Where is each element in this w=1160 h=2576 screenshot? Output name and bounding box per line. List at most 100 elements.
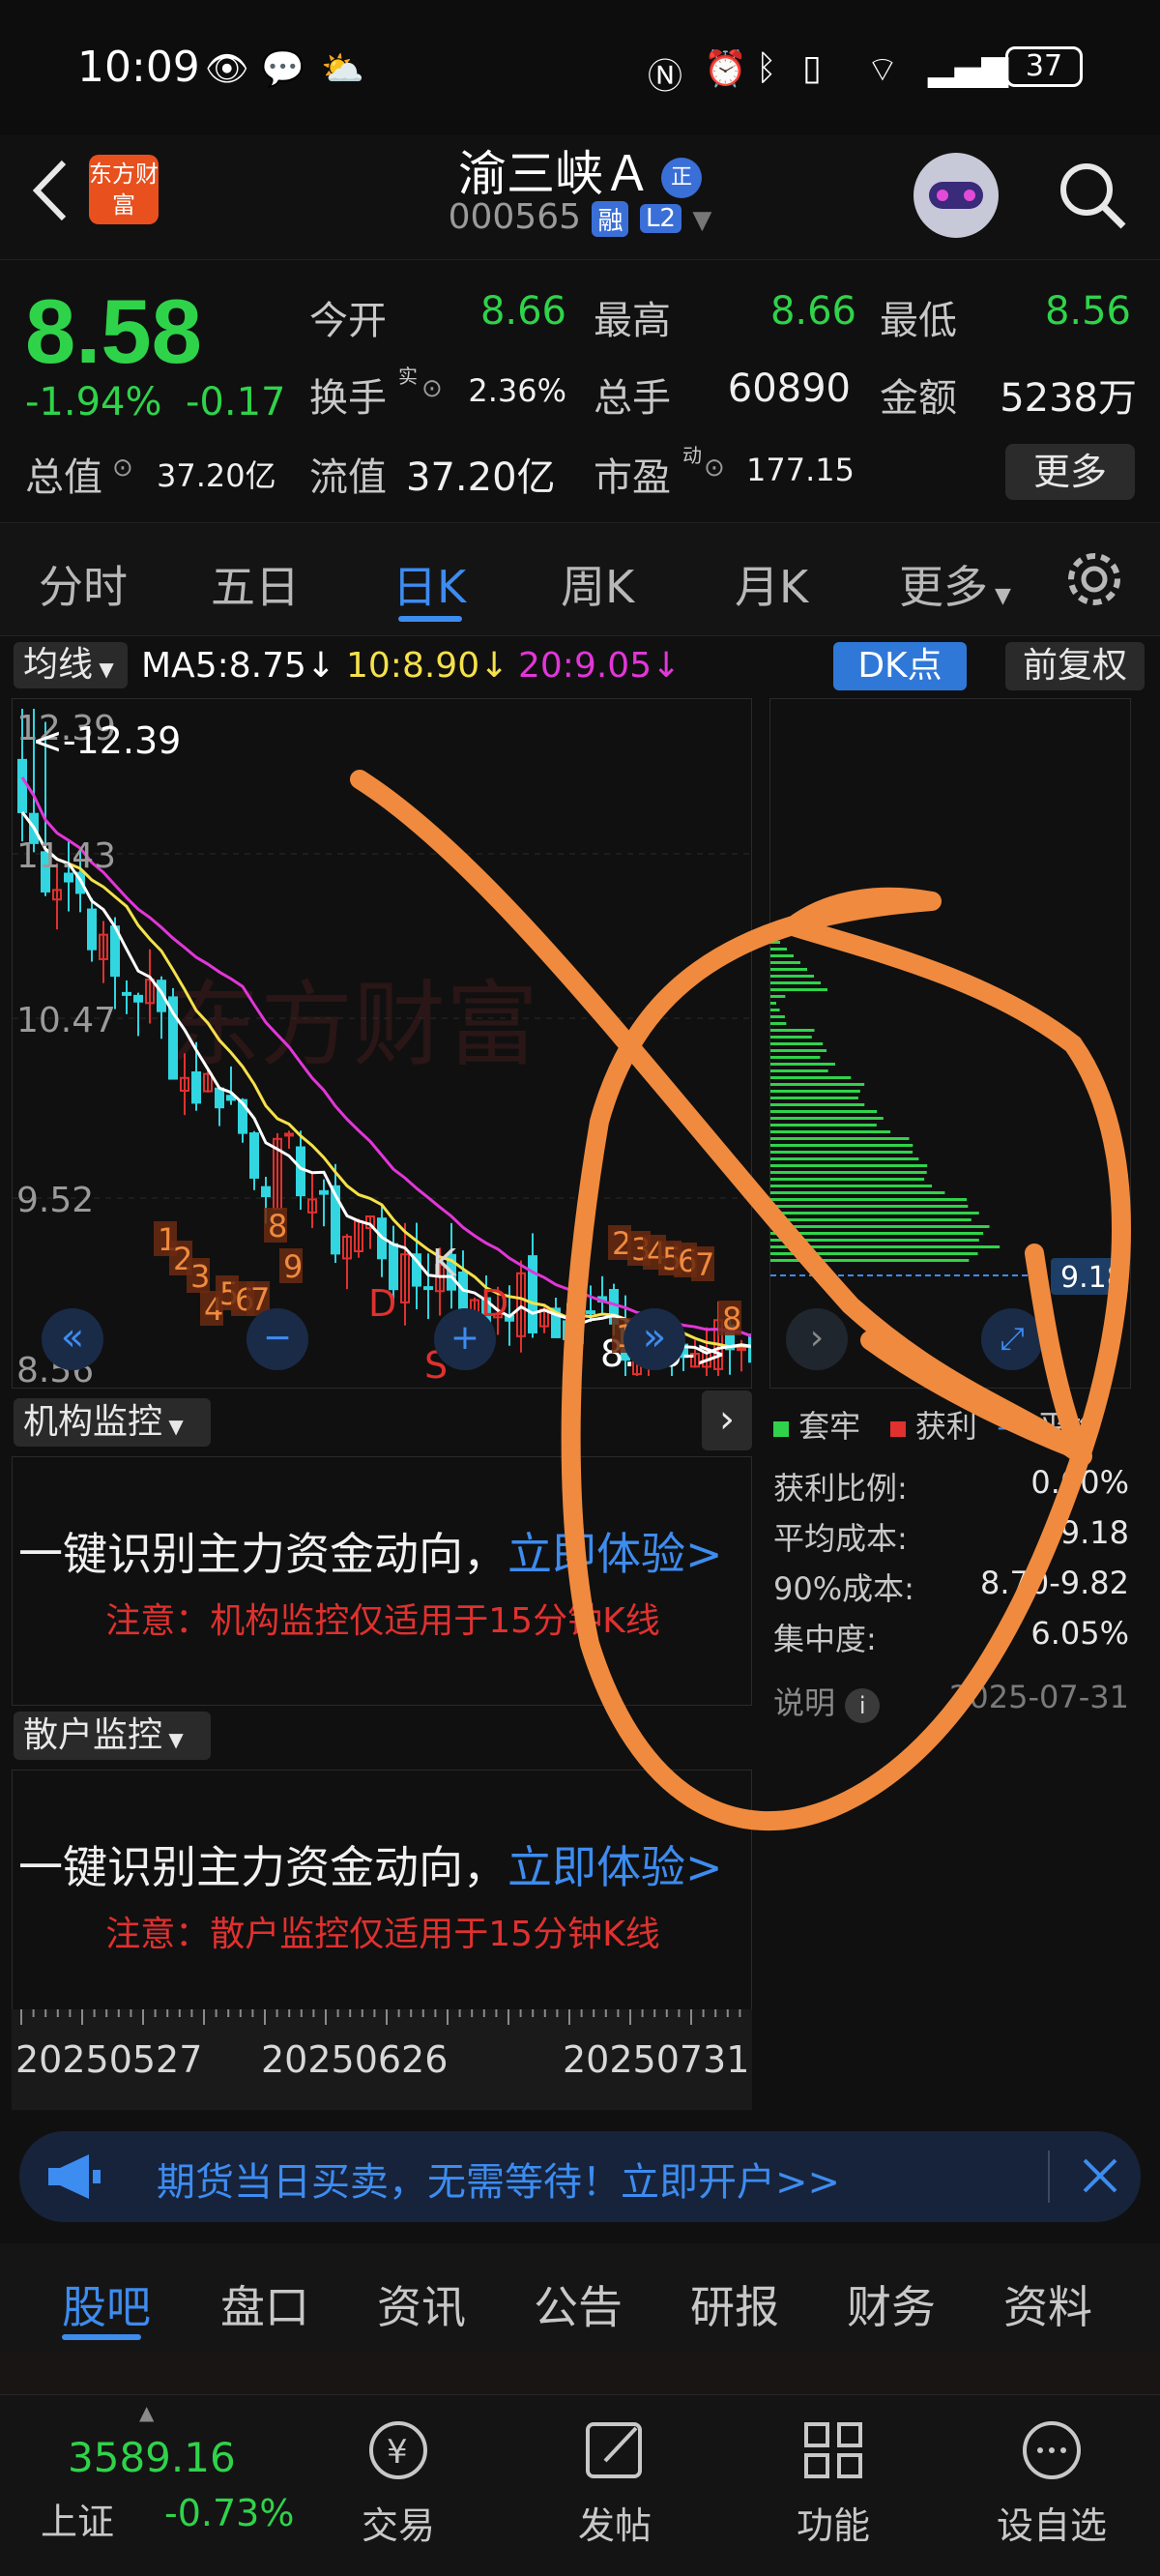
pe-value: 177.15 bbox=[746, 452, 855, 488]
chip-bar bbox=[770, 954, 794, 957]
chip-bar bbox=[770, 1063, 835, 1066]
chip-bar bbox=[770, 1191, 945, 1194]
info-icon[interactable]: ⊙ bbox=[421, 374, 443, 403]
last-price: 8.58 bbox=[25, 280, 202, 382]
tab-weekly-k[interactable]: 周K bbox=[561, 552, 634, 616]
candle-body bbox=[191, 1071, 201, 1104]
chip-bar bbox=[770, 1110, 878, 1113]
tab-pankou[interactable]: 盘口 bbox=[220, 2272, 309, 2336]
scroll-right-button[interactable]: » bbox=[624, 1308, 685, 1370]
retail-monitor-selector[interactable]: 散户监控 ▼ bbox=[14, 1712, 211, 1760]
candle-body bbox=[586, 1310, 595, 1315]
change-percent: -1.94% bbox=[25, 380, 162, 424]
chip-bar bbox=[770, 1042, 824, 1045]
wechat-icon: 💬 bbox=[261, 49, 304, 89]
institution-monitor-selector[interactable]: 机构监控 ▼ bbox=[14, 1398, 211, 1447]
nfc-icon: Ⓝ bbox=[648, 57, 683, 97]
tab-more[interactable]: 更多 ▼ bbox=[899, 552, 1011, 616]
index-ticker[interactable]: ▲ 3589.16 上证 -0.73% bbox=[0, 2395, 329, 2576]
legend-profit: 获利 bbox=[914, 1408, 977, 1445]
chip-bar bbox=[770, 1022, 787, 1025]
tab-announcements[interactable]: 公告 bbox=[534, 2272, 623, 2336]
forward-adjust-button[interactable]: 前复权 bbox=[1005, 642, 1145, 690]
nav-function[interactable]: 功能 bbox=[756, 2496, 911, 2549]
chip-legend: 套牢 获利 — 平均 bbox=[773, 1402, 1099, 1447]
td-count-label: 3 bbox=[190, 1258, 210, 1295]
profit-ratio-value: 0.00% bbox=[1030, 1464, 1129, 1501]
futures-banner[interactable]: 期货当日买卖，无需等待！立即开户>> bbox=[19, 2131, 1141, 2222]
tab-finance[interactable]: 财务 bbox=[847, 2272, 936, 2336]
tab-profile[interactable]: 资料 bbox=[1003, 2272, 1092, 2336]
retail-try-link[interactable]: 立即体验> bbox=[508, 1841, 723, 1893]
zoom-in-button[interactable]: + bbox=[434, 1308, 496, 1370]
l2-tag: L2 bbox=[639, 204, 682, 233]
chip-bar bbox=[770, 1097, 858, 1099]
retail-note: 注意：散户监控仅适用于15分钟K线 bbox=[105, 1915, 660, 1954]
total-mv-label: 总值 bbox=[25, 455, 102, 500]
candle-body bbox=[122, 991, 131, 996]
zoom-out-button[interactable]: − bbox=[246, 1308, 308, 1370]
tab-monthly-k[interactable]: 月K bbox=[735, 552, 808, 616]
more-dots-icon[interactable] bbox=[974, 2416, 1129, 2484]
retail-monitor-panel: 一键识别主力资金动向，立即体验> 注意：散户监控仅适用于15分钟K线 bbox=[12, 1770, 752, 2019]
ma5-value: MA5:8.75↓ bbox=[141, 646, 336, 686]
expand-icon[interactable]: ⤢ bbox=[981, 1308, 1043, 1370]
explain-link[interactable]: 说明 i bbox=[773, 1679, 881, 1723]
scroll-left-button[interactable]: « bbox=[42, 1308, 103, 1370]
index-change: -0.73% bbox=[164, 2492, 295, 2534]
watermark: 东方财富 bbox=[167, 974, 538, 1077]
post-icon[interactable] bbox=[537, 2416, 692, 2484]
assistant-robot-icon[interactable] bbox=[914, 153, 999, 238]
info-icon[interactable]: ⊙ bbox=[112, 454, 133, 483]
candle-body bbox=[17, 758, 27, 813]
trade-icon[interactable]: ¥ bbox=[321, 2416, 476, 2484]
institution-try-link[interactable]: 立即体验> bbox=[508, 1528, 723, 1580]
tab-guba[interactable]: 股吧 bbox=[62, 2272, 151, 2336]
chip-bar bbox=[770, 1130, 891, 1133]
legend-trapped: 套牢 bbox=[798, 1408, 861, 1445]
dk-point-button[interactable]: DK点 bbox=[833, 642, 967, 690]
tab-research[interactable]: 研报 bbox=[690, 2272, 779, 2336]
kline-chart[interactable]: 东方财富 12.39 11.43 10.47 9.52 8.56 <-12.39… bbox=[12, 698, 752, 1389]
stock-code: 000565 bbox=[448, 197, 582, 237]
change-amount: -0.17 bbox=[186, 380, 286, 424]
total-mv-value: 37.20亿 bbox=[157, 457, 276, 494]
nav-post[interactable]: 发帖 bbox=[537, 2496, 692, 2549]
chip-bar bbox=[770, 1171, 927, 1174]
search-icon[interactable] bbox=[1054, 157, 1131, 234]
high-value: 8.66 bbox=[769, 289, 856, 334]
candle-body bbox=[296, 1146, 305, 1197]
ma-selector[interactable]: 均线 ▼ bbox=[14, 642, 128, 688]
collapse-panel-button[interactable]: › bbox=[786, 1308, 848, 1370]
chip-bar bbox=[770, 1178, 925, 1181]
chip-bar bbox=[770, 1002, 776, 1005]
tab-five-day[interactable]: 五日 bbox=[211, 552, 300, 616]
amount-value: 5238万 bbox=[1000, 376, 1137, 421]
turnover-value: 2.36% bbox=[468, 372, 566, 409]
stock-name: 渝三峡Ａ bbox=[458, 146, 652, 202]
bottom-nav: ▲ 3589.16 上证 -0.73% ¥ 交易 发帖 功能 设自选 bbox=[0, 2394, 1160, 2576]
tab-news[interactable]: 资讯 bbox=[377, 2272, 466, 2336]
settings-gear-icon[interactable] bbox=[1063, 548, 1125, 610]
function-grid-icon[interactable] bbox=[756, 2416, 911, 2484]
tab-intraday[interactable]: 分时 bbox=[39, 552, 128, 616]
tab-daily-k[interactable]: 日K bbox=[392, 552, 466, 616]
close-icon[interactable] bbox=[1081, 2156, 1119, 2195]
nav-trade[interactable]: 交易 bbox=[321, 2496, 476, 2549]
candle-body bbox=[215, 1087, 224, 1109]
index-name: 上证 bbox=[41, 2501, 115, 2543]
concentration-label: 集中度: bbox=[773, 1621, 877, 1657]
turnover-label: 换手 bbox=[309, 376, 387, 421]
td-count-label: 9 bbox=[283, 1248, 303, 1285]
y-tick-3: 10.47 bbox=[16, 1001, 116, 1040]
date-ticks bbox=[20, 2009, 741, 2025]
eye-icon: 👁 bbox=[205, 49, 249, 89]
nav-add-watchlist[interactable]: 设自选 bbox=[974, 2496, 1129, 2549]
chip-bar bbox=[770, 1069, 828, 1072]
expand-arrow-icon[interactable]: › bbox=[702, 1390, 752, 1450]
cost-90-value: 8.70-9.82 bbox=[979, 1565, 1129, 1601]
avg-cost-value: 9.18 bbox=[1059, 1514, 1129, 1551]
info-icon[interactable]: ⊙ bbox=[704, 454, 725, 483]
more-button[interactable]: 更多 bbox=[1005, 444, 1135, 500]
chip-bar bbox=[770, 1157, 919, 1160]
